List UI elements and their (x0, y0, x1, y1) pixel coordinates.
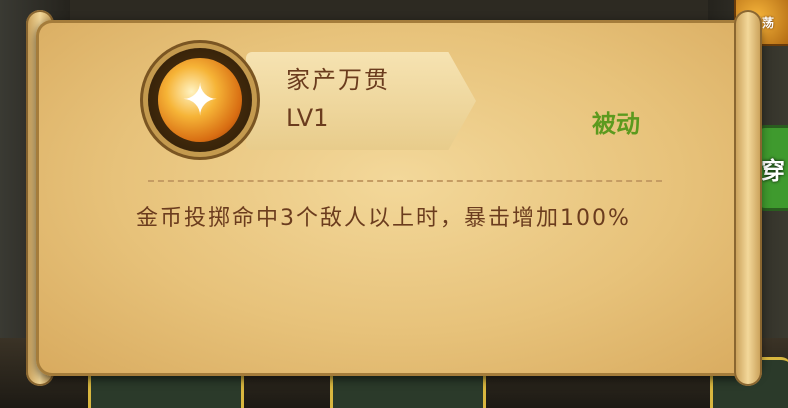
scroll-right-edge (734, 10, 762, 386)
coin-blast-icon: ✦ (158, 58, 242, 142)
skill-description: 金币投掷命中3个敌人以上时，暴击增加100% (136, 206, 631, 231)
skill-type: 被动 (592, 110, 640, 138)
skill-level: LV1 (286, 104, 329, 132)
skill-icon-frame: ✦ (148, 48, 252, 152)
skill-name: 家产万贯 (286, 66, 390, 94)
divider (148, 180, 662, 182)
